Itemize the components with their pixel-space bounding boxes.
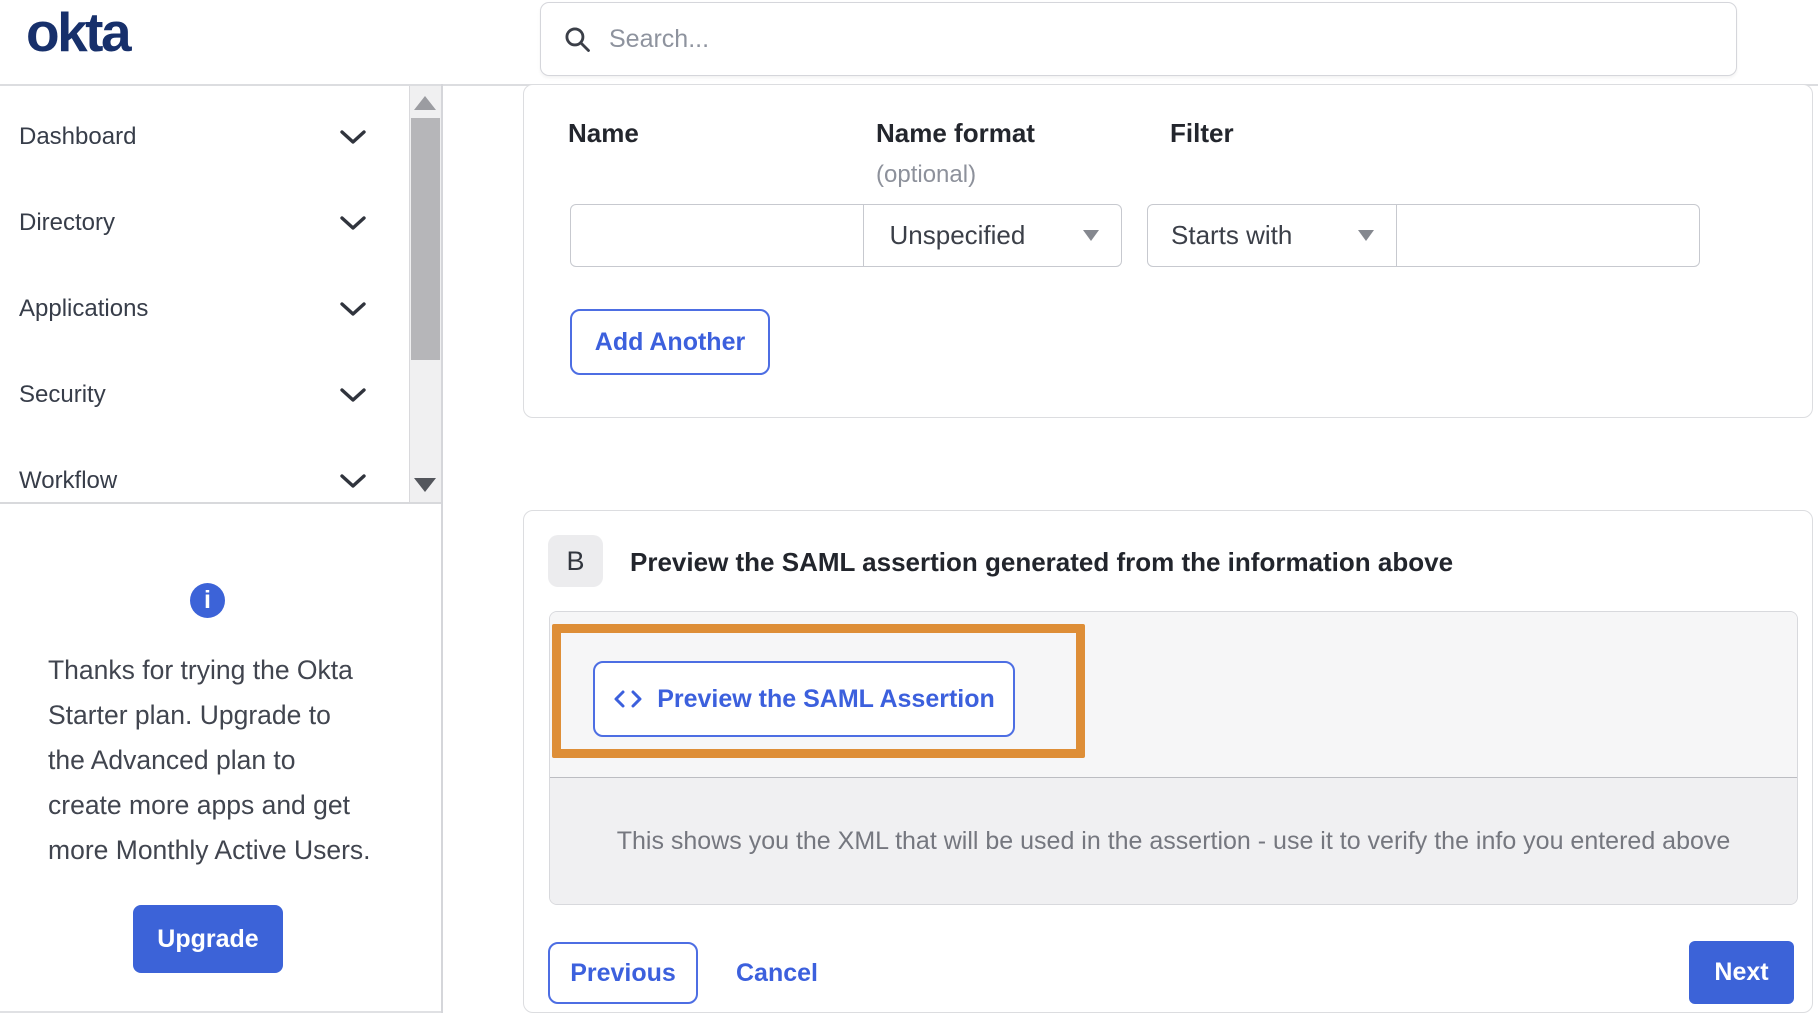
sidebar-item-label: Security <box>19 381 106 409</box>
sidebar-item-label: Dashboard <box>19 123 136 151</box>
chevron-down-icon <box>340 216 366 230</box>
name-column-label: Name <box>568 118 639 149</box>
okta-admin-page: okta Dashboard Directory Applications Se… <box>0 0 1818 1016</box>
preview-saml-assertion-button[interactable]: Preview the SAML Assertion <box>593 661 1015 737</box>
plan-notice-line: the Advanced plan to <box>48 738 392 783</box>
step-b-badge: B <box>548 535 603 587</box>
preview-section-title: Preview the SAML assertion generated fro… <box>630 547 1453 578</box>
plan-notice: Thanks for trying the Okta Starter plan.… <box>48 648 392 873</box>
chevron-down-icon <box>340 474 366 488</box>
preview-description: This shows you the XML that will be used… <box>617 827 1731 856</box>
caret-down-icon <box>1083 230 1099 241</box>
next-button[interactable]: Next <box>1689 941 1794 1004</box>
caret-down-icon <box>1358 230 1374 241</box>
sidebar-item-dashboard[interactable]: Dashboard <box>0 107 409 167</box>
add-another-button[interactable]: Add Another <box>570 309 770 375</box>
info-icon: i <box>190 583 225 618</box>
filter-value-input[interactable] <box>1396 204 1700 267</box>
preview-panel-footer: This shows you the XML that will be used… <box>550 777 1797 904</box>
sidebar-content-divider <box>441 84 443 1013</box>
sidebar-item-directory[interactable]: Directory <box>0 193 409 253</box>
sidebar-item-label: Workflow <box>19 467 117 495</box>
code-brackets-icon <box>613 687 643 711</box>
sidebar-scrollbar-thumb[interactable] <box>411 118 440 360</box>
name-format-column-label: Name format <box>876 118 1035 149</box>
scroll-down-arrow-icon[interactable] <box>414 478 436 492</box>
filter-operator-selected-value: Starts with <box>1171 220 1292 251</box>
filter-column-label: Filter <box>1170 118 1234 149</box>
attribute-name-input[interactable] <box>570 204 864 267</box>
sidebar-bottom-divider <box>0 502 442 504</box>
okta-logo: okta <box>26 0 129 64</box>
global-search[interactable] <box>540 2 1737 76</box>
sidebar-item-security[interactable]: Security <box>0 365 409 425</box>
page-bottom-divider <box>0 1011 441 1013</box>
filter-operator-select[interactable]: Starts with <box>1147 204 1397 267</box>
scroll-up-arrow-icon[interactable] <box>414 96 436 110</box>
chevron-down-icon <box>340 130 366 144</box>
chevron-down-icon <box>340 302 366 316</box>
name-format-hint: (optional) <box>876 161 976 189</box>
previous-button[interactable]: Previous <box>548 942 698 1004</box>
plan-notice-line: Thanks for trying the Okta <box>48 648 392 693</box>
cancel-button[interactable]: Cancel <box>736 942 818 1004</box>
name-format-selected-value: Unspecified <box>890 220 1026 251</box>
sidebar-item-label: Directory <box>19 209 115 237</box>
search-icon <box>562 24 593 55</box>
plan-notice-line: Starter plan. Upgrade to <box>48 693 392 738</box>
sidebar-item-label: Applications <box>19 295 148 323</box>
plan-notice-line: create more apps and get <box>48 783 392 828</box>
preview-button-label: Preview the SAML Assertion <box>657 685 995 714</box>
sidebar-item-applications[interactable]: Applications <box>0 279 409 339</box>
upgrade-button[interactable]: Upgrade <box>133 905 283 973</box>
plan-notice-line: more Monthly Active Users. <box>48 828 392 873</box>
search-input[interactable] <box>607 2 1736 76</box>
name-format-select[interactable]: Unspecified <box>863 204 1122 267</box>
chevron-down-icon <box>340 388 366 402</box>
